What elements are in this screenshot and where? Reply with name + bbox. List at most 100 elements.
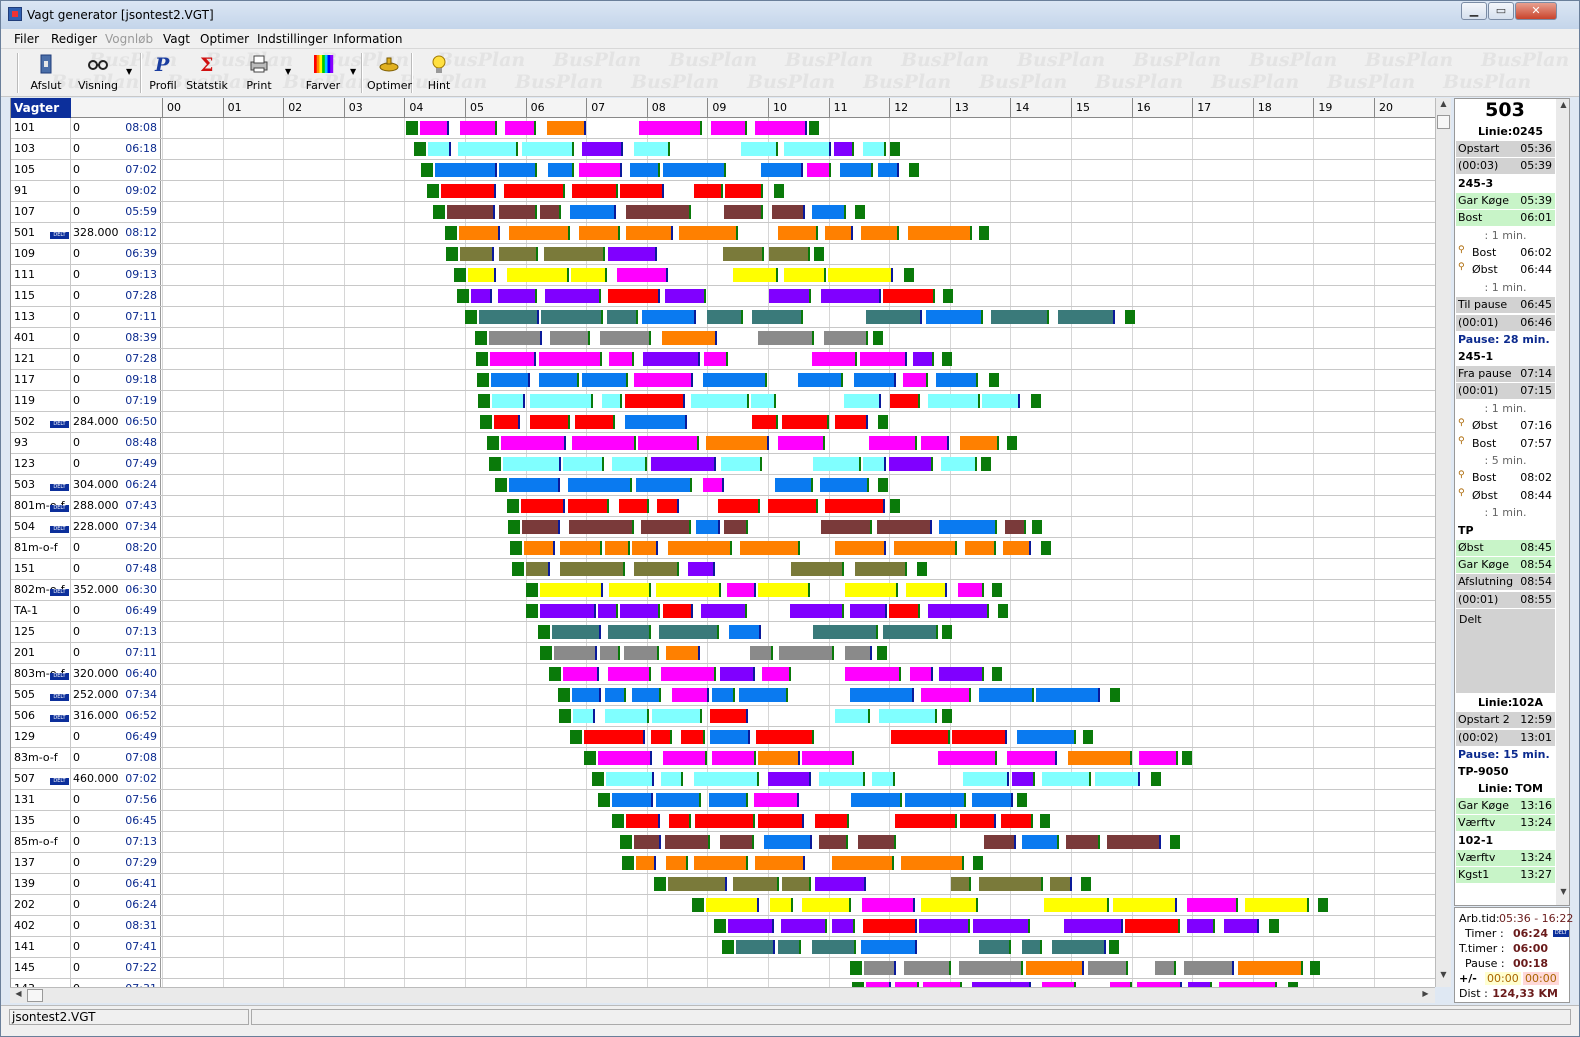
schedule-block[interactable] bbox=[539, 352, 602, 366]
schedule-block[interactable] bbox=[921, 688, 971, 702]
schedule-block[interactable] bbox=[855, 562, 907, 576]
schedule-block[interactable] bbox=[979, 877, 1043, 891]
schedule-block[interactable] bbox=[1012, 772, 1035, 786]
schedule-block[interactable] bbox=[582, 373, 628, 387]
schedule-block[interactable] bbox=[509, 226, 570, 240]
schedule-block[interactable] bbox=[819, 835, 848, 849]
panel-scroll-up-icon[interactable]: ▲ bbox=[1556, 100, 1569, 115]
schedule-block[interactable] bbox=[584, 751, 596, 765]
schedule-block[interactable] bbox=[605, 709, 649, 723]
schedule-block[interactable] bbox=[447, 205, 495, 219]
schedule-block[interactable] bbox=[727, 583, 756, 597]
schedule-block[interactable] bbox=[540, 583, 603, 597]
schedule-block[interactable] bbox=[477, 373, 489, 387]
vagt-row[interactable]: 119 0 07:19 bbox=[11, 391, 1435, 412]
schedule-block[interactable] bbox=[538, 625, 550, 639]
schedule-block[interactable] bbox=[832, 919, 855, 933]
schedule-block[interactable] bbox=[889, 604, 920, 618]
schedule-block[interactable] bbox=[779, 646, 834, 660]
schedule-block[interactable] bbox=[1022, 835, 1059, 849]
schedule-block[interactable] bbox=[895, 814, 957, 828]
farver-button[interactable]: Farver bbox=[300, 51, 346, 95]
schedule-block[interactable] bbox=[1155, 961, 1176, 975]
schedule-block[interactable] bbox=[921, 436, 949, 450]
schedule-block[interactable] bbox=[626, 814, 660, 828]
schedule-block[interactable] bbox=[512, 562, 524, 576]
schedule-block[interactable] bbox=[688, 562, 715, 576]
schedule-block[interactable] bbox=[544, 247, 605, 261]
schedule-block[interactable] bbox=[624, 646, 659, 660]
schedule-block[interactable] bbox=[530, 394, 593, 408]
schedule-block[interactable] bbox=[1107, 835, 1161, 849]
schedule-block[interactable] bbox=[540, 604, 596, 618]
close-button[interactable]: ✕ bbox=[1515, 2, 1557, 20]
schedule-block[interactable] bbox=[729, 625, 761, 639]
schedule-block[interactable] bbox=[575, 415, 615, 429]
schedule-block[interactable] bbox=[769, 289, 811, 303]
schedule-block[interactable] bbox=[802, 751, 854, 765]
schedule-block[interactable] bbox=[1139, 751, 1178, 765]
schedule-block[interactable] bbox=[778, 226, 818, 240]
schedule-block[interactable] bbox=[943, 289, 953, 303]
schedule-block[interactable] bbox=[679, 226, 738, 240]
schedule-block[interactable] bbox=[636, 478, 692, 492]
schedule-block[interactable] bbox=[720, 667, 755, 681]
schedule-block[interactable] bbox=[815, 877, 866, 891]
schedule-block[interactable] bbox=[632, 541, 658, 555]
schedule-block[interactable] bbox=[919, 919, 970, 933]
schedule-block[interactable] bbox=[612, 793, 653, 807]
schedule-block[interactable] bbox=[541, 310, 603, 324]
schedule-block[interactable] bbox=[778, 940, 801, 954]
schedule-block[interactable] bbox=[828, 268, 893, 282]
schedule-block[interactable] bbox=[1052, 940, 1106, 954]
schedule-block[interactable] bbox=[992, 583, 1002, 597]
schedule-block[interactable] bbox=[707, 310, 743, 324]
schedule-block[interactable] bbox=[530, 415, 570, 429]
schedule-block[interactable] bbox=[507, 499, 519, 513]
schedule-block[interactable] bbox=[939, 520, 997, 534]
schedule-block[interactable] bbox=[909, 163, 919, 177]
schedule-block[interactable] bbox=[560, 541, 602, 555]
schedule-block[interactable] bbox=[694, 772, 759, 786]
schedule-block[interactable] bbox=[1041, 541, 1051, 555]
schedule-block[interactable] bbox=[901, 856, 964, 870]
schedule-block[interactable] bbox=[863, 142, 886, 156]
vagt-row[interactable]: 105 0 07:02 bbox=[11, 160, 1435, 181]
schedule-block[interactable] bbox=[510, 541, 522, 555]
schedule-block[interactable] bbox=[754, 793, 799, 807]
schedule-block[interactable] bbox=[524, 541, 555, 555]
schedule-block[interactable] bbox=[952, 730, 1007, 744]
schedule-block[interactable] bbox=[904, 268, 914, 282]
schedule-block[interactable] bbox=[602, 394, 622, 408]
vagt-row[interactable]: 129 0 06:49 bbox=[11, 727, 1435, 748]
schedule-block[interactable] bbox=[548, 163, 574, 177]
minimize-button[interactable]: ▁ bbox=[1461, 2, 1487, 20]
schedule-block[interactable] bbox=[560, 562, 625, 576]
schedule-block[interactable] bbox=[906, 583, 947, 597]
schedule-block[interactable] bbox=[873, 331, 883, 345]
schedule-block[interactable] bbox=[821, 520, 872, 534]
vagt-row[interactable]: 111 0 09:13 bbox=[11, 265, 1435, 286]
schedule-block[interactable] bbox=[832, 856, 894, 870]
schedule-block[interactable] bbox=[626, 226, 673, 240]
schedule-block[interactable] bbox=[446, 247, 458, 261]
schedule-block[interactable] bbox=[427, 184, 439, 198]
vagt-row[interactable]: 81m-o-f 0 08:20 bbox=[11, 538, 1435, 559]
menu-5[interactable]: Indstillinger bbox=[257, 32, 328, 46]
schedule-block[interactable] bbox=[607, 310, 638, 324]
vagt-row[interactable]: 93 0 08:48 bbox=[11, 433, 1435, 454]
schedule-block[interactable] bbox=[570, 205, 616, 219]
panel-scroll-down-icon[interactable]: ▼ bbox=[1556, 887, 1569, 902]
schedule-block[interactable] bbox=[928, 394, 980, 408]
schedule-block[interactable] bbox=[652, 709, 702, 723]
schedule-block[interactable] bbox=[503, 457, 561, 471]
schedule-block[interactable] bbox=[465, 310, 477, 324]
schedule-block[interactable] bbox=[824, 331, 868, 345]
schedule-block[interactable] bbox=[866, 310, 922, 324]
schedule-block[interactable] bbox=[981, 457, 991, 471]
schedule-block[interactable] bbox=[617, 268, 668, 282]
vagt-row[interactable]: 121 0 07:28 bbox=[11, 349, 1435, 370]
schedule-block[interactable] bbox=[982, 394, 1020, 408]
schedule-block[interactable] bbox=[1068, 751, 1132, 765]
schedule-block[interactable] bbox=[471, 289, 492, 303]
